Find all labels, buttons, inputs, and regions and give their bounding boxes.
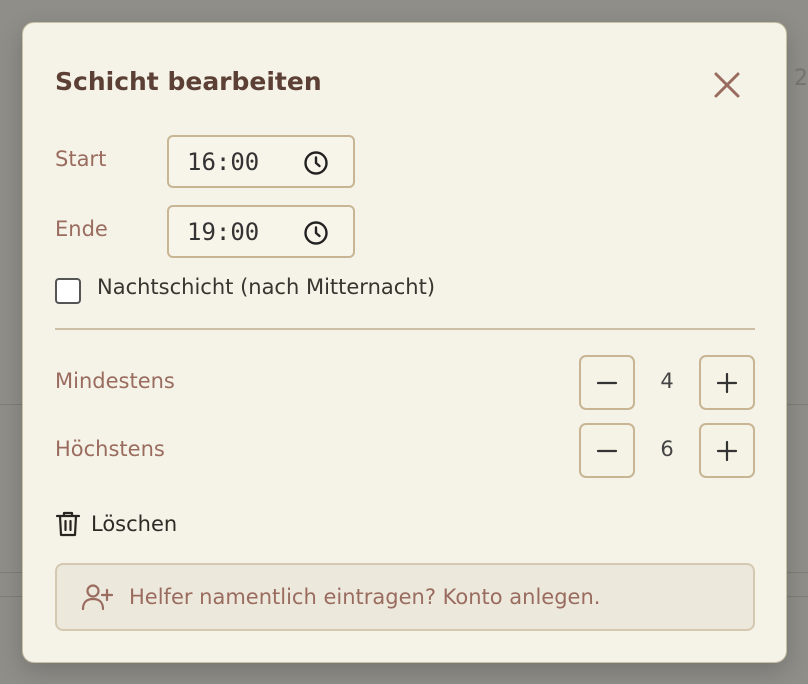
max-increment-button[interactable] bbox=[699, 423, 755, 478]
background-text: 2 bbox=[794, 66, 808, 91]
start-time-value: 16:00 bbox=[187, 147, 260, 176]
min-label: Mindestens bbox=[55, 369, 175, 393]
end-label: Ende bbox=[55, 217, 108, 241]
dialog-title: Schicht bearbeiten bbox=[55, 67, 322, 96]
end-time-value: 19:00 bbox=[187, 217, 260, 246]
edit-shift-dialog: Schicht bearbeiten Start 16:00 Ende 19:0… bbox=[22, 22, 787, 663]
min-increment-button[interactable] bbox=[699, 355, 755, 410]
register-helper-button[interactable]: Helfer namentlich eintragen? Konto anleg… bbox=[55, 563, 755, 631]
register-helper-text: Helfer namentlich eintragen? Konto anleg… bbox=[129, 585, 601, 609]
clock-icon[interactable] bbox=[303, 150, 329, 176]
plus-icon bbox=[716, 372, 738, 393]
end-time-input[interactable]: 19:00 bbox=[167, 205, 355, 258]
close-button[interactable] bbox=[707, 65, 747, 105]
delete-label: Löschen bbox=[91, 512, 178, 536]
max-value: 6 bbox=[660, 437, 674, 461]
night-shift-label[interactable]: Nachtschicht (nach Mitternacht) bbox=[97, 275, 435, 299]
minus-icon bbox=[596, 381, 618, 384]
max-decrement-button[interactable] bbox=[579, 423, 635, 478]
min-decrement-button[interactable] bbox=[579, 355, 635, 410]
trash-icon bbox=[55, 511, 81, 537]
min-value: 4 bbox=[660, 369, 674, 393]
start-time-input[interactable]: 16:00 bbox=[167, 135, 355, 188]
start-label: Start bbox=[55, 147, 107, 171]
max-label: Höchstens bbox=[55, 437, 165, 461]
plus-icon bbox=[716, 440, 738, 461]
minus-icon bbox=[596, 449, 618, 452]
clock-icon[interactable] bbox=[303, 220, 329, 246]
section-divider bbox=[55, 328, 755, 330]
delete-button[interactable]: Löschen bbox=[55, 509, 177, 539]
night-shift-checkbox[interactable] bbox=[55, 278, 81, 304]
user-plus-icon bbox=[81, 584, 113, 611]
close-icon bbox=[714, 72, 740, 98]
